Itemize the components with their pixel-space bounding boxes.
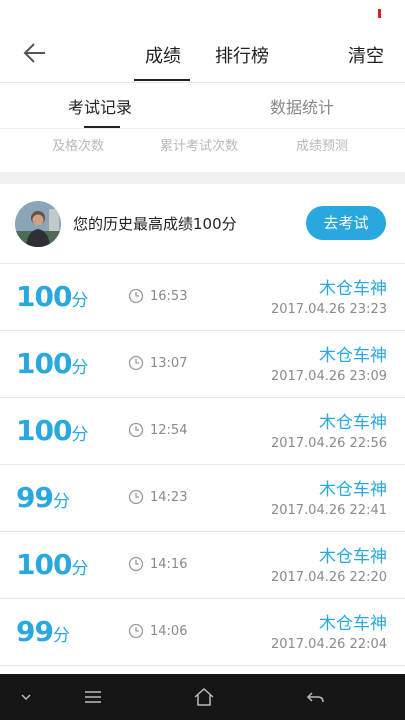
record-row[interactable]: 100分 13:07 木仓车神 2017.04.26 23:09 — [0, 331, 405, 398]
avatar[interactable] — [15, 201, 61, 247]
subtab-exam-records[interactable]: 考试记录 — [68, 94, 132, 118]
back-icon[interactable] — [303, 685, 327, 709]
record-duration: 16:53 — [150, 289, 188, 304]
top-header: 成绩 排行榜 清空 — [0, 24, 405, 83]
section-divider — [0, 172, 405, 184]
clock-icon — [128, 489, 144, 505]
score-unit: 分 — [71, 425, 89, 445]
best-score-text: 您的历史最高成绩100分 — [73, 215, 237, 233]
score-value: 100 — [16, 347, 72, 380]
record-datetime: 2017.04.26 22:04 — [270, 637, 387, 652]
record-score: 100分 — [16, 280, 88, 313]
score-value: 100 — [16, 414, 72, 447]
record-score: 99分 — [16, 481, 70, 514]
record-row[interactable]: 99分 14:06 木仓车神 2017.04.26 22:04 — [0, 599, 405, 666]
score-value: 99 — [16, 481, 54, 514]
score-value: 99 — [16, 615, 54, 648]
system-nav-bar — [0, 674, 405, 720]
record-row[interactable]: 99分 14:23 木仓车神 2017.04.26 22:41 — [0, 465, 405, 532]
record-score: 100分 — [16, 347, 88, 380]
stat-label-pass-count: 及格次数 — [52, 139, 105, 154]
record-duration: 14:23 — [150, 490, 188, 505]
score-unit: 分 — [71, 559, 89, 579]
status-bar — [0, 0, 405, 24]
record-score: 100分 — [16, 414, 88, 447]
score-unit: 分 — [52, 492, 70, 512]
clear-button[interactable]: 清空 — [348, 42, 384, 68]
record-duration: 12:54 — [150, 423, 188, 438]
record-score: 99分 — [16, 615, 70, 648]
score-unit: 分 — [71, 291, 89, 311]
clock-icon — [128, 355, 144, 371]
clock-icon — [128, 422, 144, 438]
tab-scores[interactable]: 成绩 — [145, 42, 181, 68]
tab-leaderboard[interactable]: 排行榜 — [215, 42, 269, 68]
record-duration: 14:16 — [150, 557, 188, 572]
stats-labels: 及格次数 累计考试次数 成绩预测 — [0, 128, 405, 159]
record-row[interactable]: 100分 14:16 木仓车神 2017.04.26 22:20 — [0, 532, 405, 599]
subtab-statistics[interactable]: 数据统计 — [270, 94, 334, 118]
clock-icon — [128, 556, 144, 572]
home-icon[interactable] — [192, 685, 216, 709]
record-user: 木仓车神 — [319, 547, 387, 567]
record-duration: 13:07 — [150, 356, 188, 371]
record-user: 木仓车神 — [319, 346, 387, 366]
record-user: 木仓车神 — [319, 413, 387, 433]
score-unit: 分 — [52, 626, 70, 646]
record-datetime: 2017.04.26 23:09 — [270, 369, 387, 384]
record-datetime: 2017.04.26 22:56 — [270, 436, 387, 451]
chevron-down-icon[interactable] — [14, 685, 38, 709]
battery-icon — [378, 9, 381, 18]
go-exam-button[interactable]: 去考试 — [306, 206, 386, 240]
record-row[interactable]: 100分 12:54 木仓车神 2017.04.26 22:56 — [0, 398, 405, 465]
score-value: 100 — [16, 280, 72, 313]
stat-label-prediction: 成绩预测 — [296, 139, 349, 154]
clock-icon — [128, 288, 144, 304]
record-datetime: 2017.04.26 22:41 — [270, 503, 387, 518]
record-score: 100分 — [16, 548, 88, 581]
score-unit: 分 — [71, 358, 89, 378]
record-user: 木仓车神 — [319, 480, 387, 500]
record-datetime: 2017.04.26 22:20 — [270, 570, 387, 585]
menu-icon[interactable] — [81, 685, 105, 709]
exam-record-list: 100分 16:53 木仓车神 2017.04.26 23:23 100分 13… — [0, 264, 405, 666]
best-score-card: 您的历史最高成绩100分 去考试 — [0, 184, 405, 264]
score-value: 100 — [16, 548, 72, 581]
record-row[interactable]: 100分 16:53 木仓车神 2017.04.26 23:23 — [0, 264, 405, 331]
clock-icon — [128, 623, 144, 639]
record-datetime: 2017.04.26 23:23 — [270, 302, 387, 317]
subtab-bar: 考试记录 数据统计 — [0, 83, 405, 128]
back-arrow-icon[interactable] — [18, 36, 52, 70]
record-duration: 14:06 — [150, 624, 188, 639]
stat-label-total-exams: 累计考试次数 — [160, 139, 239, 154]
record-user: 木仓车神 — [319, 614, 387, 634]
tab-active-indicator — [134, 79, 190, 81]
record-user: 木仓车神 — [319, 279, 387, 299]
